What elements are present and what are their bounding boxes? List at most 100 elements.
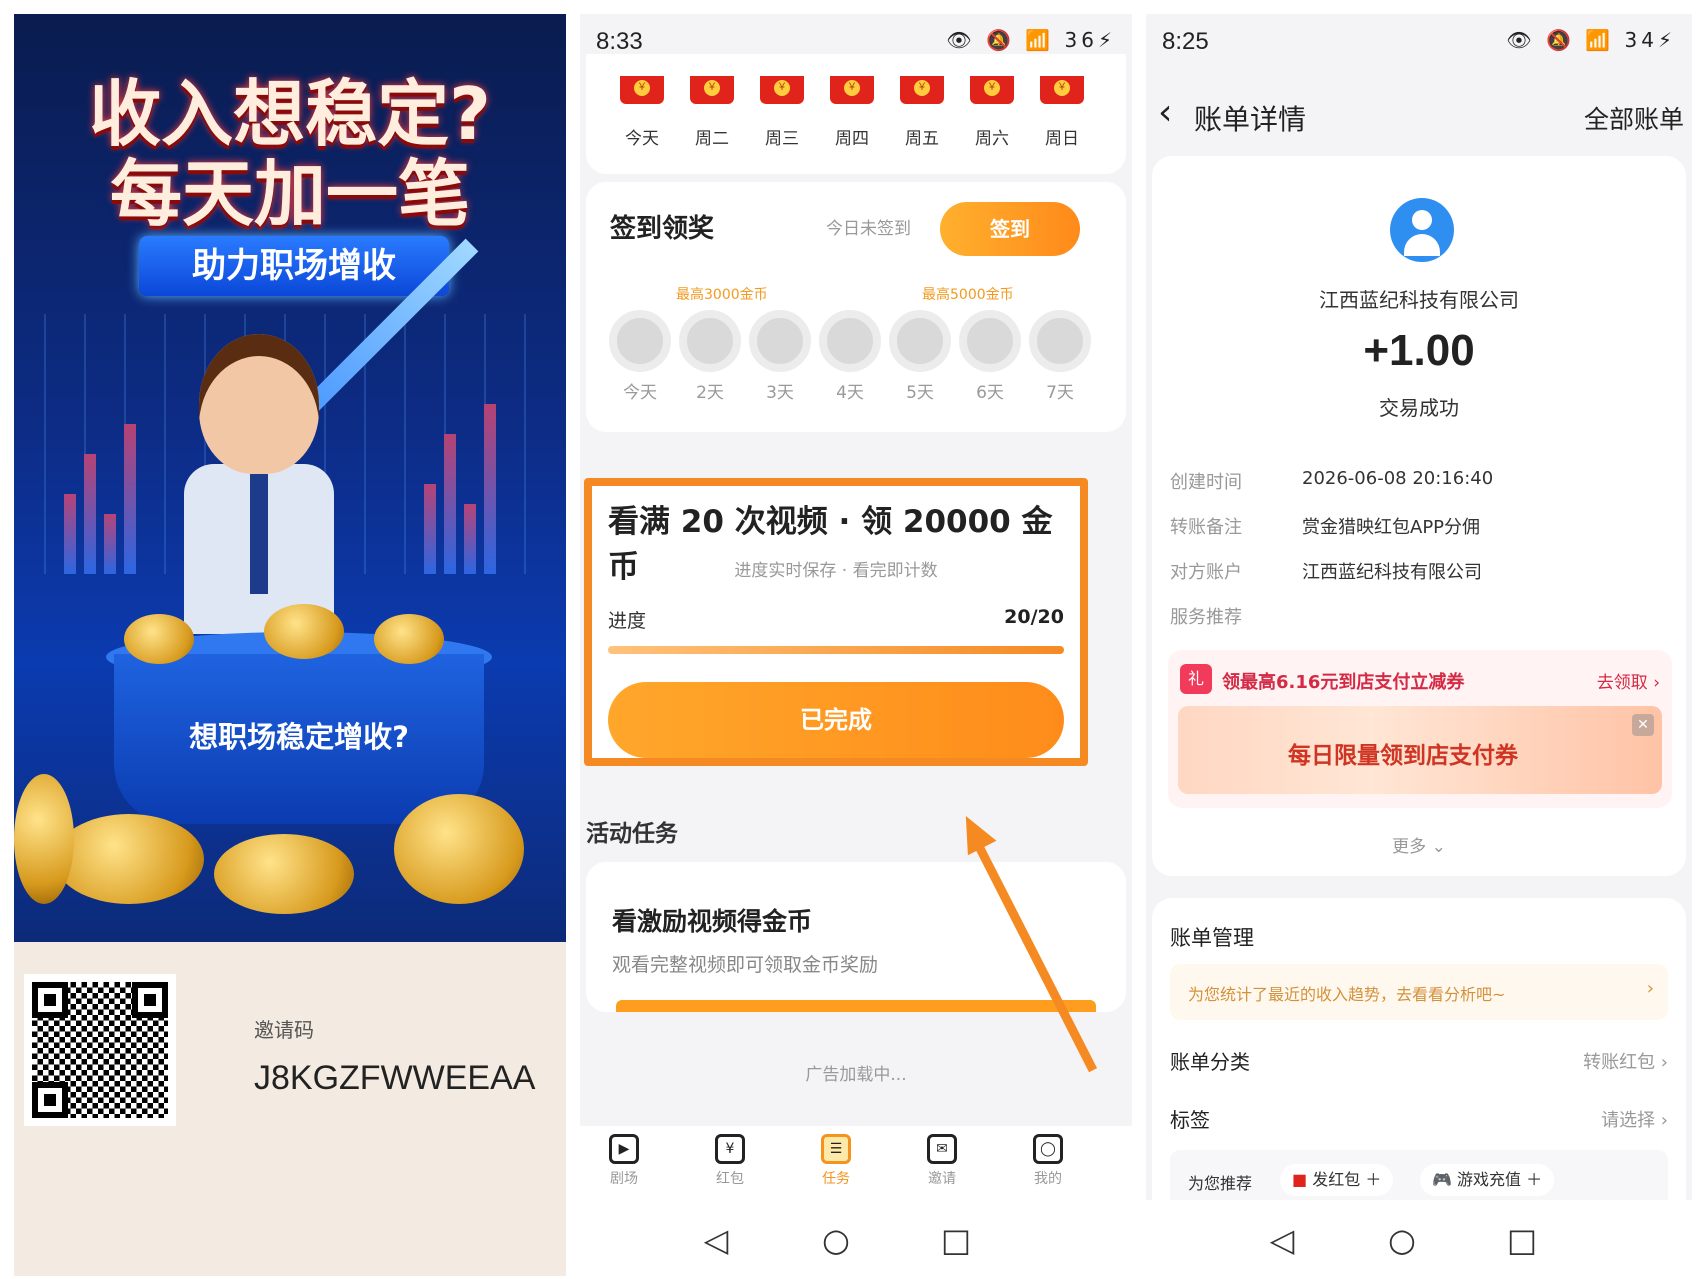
status-bar: 8:25 👁 🔕 📶 34⚡ bbox=[1146, 14, 1692, 72]
poster-headline-2: 每天加一笔 bbox=[109, 152, 470, 236]
signin-status: 今日未签到 bbox=[826, 219, 911, 239]
tasks-screen: 8:33 👁 🔕 📶 36⚡ 今天 周二 周三 周四 周五 周六 周日 签到领奖… bbox=[580, 14, 1132, 1276]
game-topup-chip[interactable]: 🎮 游戏充值 ＋ bbox=[1420, 1164, 1555, 1196]
week-day[interactable]: 周五 bbox=[892, 76, 952, 149]
red-envelope-icon bbox=[620, 76, 664, 104]
tag-label: 标签 bbox=[1170, 1108, 1210, 1132]
signin-day: 今天 bbox=[608, 310, 672, 403]
detail-value: 江西蓝纪科技有限公司 bbox=[1302, 562, 1482, 583]
home-nav-icon[interactable]: ○ bbox=[1382, 1220, 1422, 1260]
gamepad-icon: 🎮 bbox=[1432, 1170, 1452, 1189]
tab-mine[interactable]: ◯ 我的 bbox=[1008, 1134, 1088, 1188]
signin-day: 6天 bbox=[958, 310, 1022, 403]
red-envelope-icon bbox=[970, 76, 1014, 104]
week-day[interactable]: 今天 bbox=[612, 76, 672, 149]
promo-claim-link[interactable]: 去领取 › bbox=[1597, 668, 1660, 693]
page-title: 账单详情 bbox=[1194, 103, 1307, 136]
ad-loading-text: 广告加载中... bbox=[805, 1065, 907, 1085]
coin-icon bbox=[54, 814, 204, 904]
header: ‹ 账单详情 全部账单 bbox=[1146, 72, 1692, 162]
system-nav-bar: ◁ ○ □ bbox=[1146, 1200, 1692, 1276]
transaction-card: 江西蓝纪科技有限公司 +1.00 交易成功 创建时间 2026-06-08 20… bbox=[1152, 156, 1686, 876]
annotation-arrow-head bbox=[951, 808, 997, 856]
week-day[interactable]: 周日 bbox=[1032, 76, 1092, 149]
activity-card[interactable]: 看激励视频得金币 观看完整视频即可领取金币奖励 bbox=[586, 862, 1126, 1012]
red-envelope-icon bbox=[760, 76, 804, 104]
week-day[interactable]: 周三 bbox=[752, 76, 812, 149]
red-envelope-icon bbox=[690, 76, 734, 104]
red-packet-icon: ■ bbox=[1292, 1170, 1308, 1189]
reward-note: 最高3000金币 bbox=[676, 287, 768, 303]
play-icon: ▶ bbox=[609, 1134, 639, 1164]
task-subtitle: 进度实时保存 · 看完即计数 bbox=[734, 561, 938, 581]
gift-icon: 礼 bbox=[1180, 664, 1212, 694]
week-day[interactable]: 周四 bbox=[822, 76, 882, 149]
status-icons: 👁 🔕 📶 34⚡ bbox=[1506, 28, 1676, 52]
week-day[interactable]: 周二 bbox=[682, 76, 742, 149]
battery-level: 34 bbox=[1624, 28, 1658, 52]
signin-day: 7天 bbox=[1028, 310, 1092, 403]
tab-invite[interactable]: ✉ 邀请 bbox=[902, 1134, 982, 1188]
invite-code-label: 邀请码 bbox=[254, 1018, 314, 1042]
send-red-packet-chip[interactable]: ■ 发红包 ＋ bbox=[1280, 1164, 1394, 1196]
promo-card[interactable]: 礼 领最高6.16元到店支付立减券 去领取 › 每日限量领到店支付券 ✕ bbox=[1168, 650, 1672, 808]
status-icons: 👁 🔕 📶 36⚡ bbox=[946, 28, 1116, 52]
tab-red-packet[interactable]: ¥ 红包 bbox=[690, 1134, 770, 1188]
more-toggle[interactable]: 更多 ⌄ bbox=[1152, 832, 1686, 857]
system-nav-bar: ◁ ○ □ bbox=[580, 1200, 1132, 1276]
all-bills-link[interactable]: 全部账单 bbox=[1584, 100, 1684, 136]
signin-day: 3天 bbox=[748, 310, 812, 403]
back-icon[interactable]: ‹ bbox=[1158, 92, 1172, 133]
week-day[interactable]: 周六 bbox=[962, 76, 1022, 149]
poster-artwork: 收入想稳定? 每天加一笔 助力职场增收 想职场稳定增收? bbox=[14, 14, 566, 942]
trade-status: 交易成功 bbox=[1379, 396, 1459, 420]
back-nav-icon[interactable]: ◁ bbox=[1262, 1220, 1302, 1260]
progress-bar bbox=[608, 646, 1064, 654]
recents-nav-icon[interactable]: □ bbox=[936, 1220, 976, 1260]
tag-select[interactable]: 请选择 › bbox=[1601, 1106, 1668, 1132]
signin-title: 签到领奖 bbox=[610, 214, 715, 244]
recents-nav-icon[interactable]: □ bbox=[1502, 1220, 1542, 1260]
activity-bar bbox=[616, 1000, 1096, 1012]
category-label: 账单分类 bbox=[1170, 1050, 1250, 1074]
progress-label: 进度 bbox=[608, 610, 647, 632]
detail-label: 创建时间 bbox=[1170, 472, 1242, 493]
poster-headline-1: 收入想稳定? bbox=[89, 72, 491, 156]
bottom-tab-bar: ▶ 剧场 ¥ 红包 ☰ 任务 ✉ 邀请 ◯ 我的 bbox=[580, 1126, 1132, 1206]
signin-day: 2天 bbox=[678, 310, 742, 403]
activity-title: 看激励视频得金币 bbox=[612, 907, 813, 936]
coin-icon bbox=[374, 614, 444, 664]
section-title: 活动任务 bbox=[586, 821, 678, 847]
tab-theater[interactable]: ▶ 剧场 bbox=[584, 1134, 664, 1188]
status-time: 8:25 bbox=[1162, 28, 1209, 55]
task-icon: ☰ bbox=[821, 1134, 851, 1164]
progress-count: 20/20 bbox=[1004, 606, 1064, 628]
avatar bbox=[1390, 198, 1454, 262]
detail-label: 服务推荐 bbox=[1170, 607, 1242, 628]
reward-note: 最高5000金币 bbox=[922, 287, 1014, 303]
chevron-right-icon: › bbox=[1646, 978, 1654, 999]
section-title: 账单管理 bbox=[1170, 926, 1254, 950]
signin-day: 4天 bbox=[818, 310, 882, 403]
red-envelope-icon bbox=[830, 76, 874, 104]
back-nav-icon[interactable]: ◁ bbox=[696, 1220, 736, 1260]
signin-button[interactable]: 签到 bbox=[940, 202, 1080, 256]
tab-tasks[interactable]: ☰ 任务 bbox=[796, 1134, 876, 1188]
promo-banner[interactable]: 每日限量领到店支付券 ✕ bbox=[1178, 706, 1662, 794]
video-task-card: 看满 20 次视频 · 领 20000 金币 进度实时保存 · 看完即计数 进度… bbox=[584, 478, 1088, 766]
home-nav-icon[interactable]: ○ bbox=[816, 1220, 856, 1260]
signin-day: 5天 bbox=[888, 310, 952, 403]
category-value[interactable]: 转账红包 › bbox=[1583, 1048, 1668, 1074]
poster-banner: 助力职场增收 bbox=[139, 236, 449, 296]
qr-code bbox=[24, 974, 176, 1126]
bucket-caption: 想职场稳定增收? bbox=[189, 720, 409, 754]
detail-label: 转账备注 bbox=[1170, 517, 1242, 538]
completed-button[interactable]: 已完成 bbox=[608, 682, 1064, 758]
income-trend-link[interactable]: 为您统计了最近的收入趋势，去看看分析吧~ › bbox=[1170, 964, 1668, 1020]
activity-subtitle: 观看完整视频即可领取金币奖励 bbox=[612, 954, 879, 976]
close-icon[interactable]: ✕ bbox=[1632, 714, 1654, 736]
red-envelope-icon bbox=[900, 76, 944, 104]
amount: +1.00 bbox=[1363, 326, 1475, 375]
bill-detail-screen: 8:25 👁 🔕 📶 34⚡ ‹ 账单详情 全部账单 江西蓝纪科技有限公司 +1… bbox=[1146, 14, 1692, 1276]
coin-icon bbox=[14, 774, 74, 904]
